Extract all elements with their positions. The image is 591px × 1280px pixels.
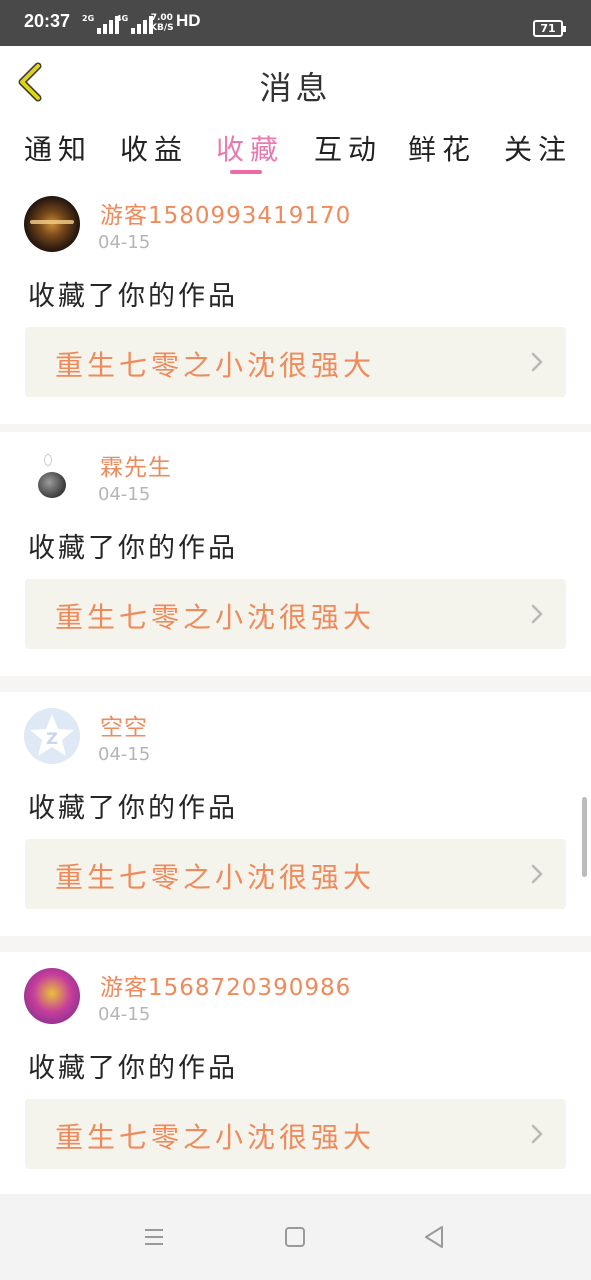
page-title: 消息: [259, 69, 332, 107]
signal-2g-icon: 2G: [82, 14, 120, 34]
network-speed: 7.00 KB/S: [150, 13, 174, 33]
back-triangle-icon[interactable]: [420, 1222, 450, 1252]
action-text: 收藏了你的作品: [28, 1053, 238, 1084]
hd-indicator: HD: [176, 11, 201, 30]
action-text: 收藏了你的作品: [28, 281, 238, 312]
tab-favorites[interactable]: 收藏: [210, 128, 290, 168]
avatar[interactable]: Z: [24, 708, 80, 764]
chevron-right-icon: [531, 1124, 543, 1144]
work-title: 重生七零之小沈很强大: [55, 861, 376, 894]
work-link[interactable]: 重生七零之小沈很强大: [25, 579, 566, 649]
date: 04-15: [98, 744, 151, 765]
tab-interactions[interactable]: 互动: [308, 128, 388, 168]
list-item: 霖先生 04-15 收藏了你的作品 重生七零之小沈很强大: [0, 432, 591, 676]
status-bar: 20:37 2G 4G 7.00 KB/S HD 71: [0, 0, 591, 46]
action-text: 收藏了你的作品: [28, 793, 238, 824]
date: 04-15: [98, 1004, 151, 1025]
username[interactable]: 游客1580993419170: [100, 196, 351, 230]
active-tab-indicator: [230, 170, 262, 174]
avatar[interactable]: [24, 196, 80, 252]
system-nav-bar: [0, 1194, 591, 1280]
status-time: 20:37: [24, 11, 71, 31]
chevron-right-icon: [531, 352, 543, 372]
list-item: 游客1580993419170 04-15 收藏了你的作品 重生七零之小沈很强大: [0, 180, 591, 424]
menu-icon[interactable]: [139, 1222, 169, 1252]
tab-flowers[interactable]: 鲜花: [402, 128, 482, 168]
tab-earnings[interactable]: 收益: [114, 128, 194, 168]
scrollbar[interactable]: [582, 797, 587, 877]
chevron-right-icon: [531, 604, 543, 624]
username[interactable]: 空空: [100, 708, 148, 742]
work-link[interactable]: 重生七零之小沈很强大: [25, 1099, 566, 1169]
username[interactable]: 霖先生: [100, 448, 172, 482]
work-link[interactable]: 重生七零之小沈很强大: [25, 327, 566, 397]
username[interactable]: 游客1568720390986: [100, 968, 351, 1002]
chevron-right-icon: [531, 864, 543, 884]
tab-following[interactable]: 关注: [498, 128, 578, 168]
list-item: 游客1568720390986 04-15 收藏了你的作品 重生七零之小沈很强大: [0, 952, 591, 1196]
tab-bar: 通知 收益 收藏 互动 鲜花 关注: [0, 118, 591, 180]
avatar[interactable]: [24, 968, 80, 1024]
tab-notifications[interactable]: 通知: [18, 128, 98, 168]
signal-4g-icon: 4G: [116, 14, 154, 34]
battery-level: 71: [540, 22, 556, 35]
star-icon: Z: [30, 714, 74, 756]
work-link[interactable]: 重生七零之小沈很强大: [25, 839, 566, 909]
work-title: 重生七零之小沈很强大: [55, 1121, 376, 1154]
date: 04-15: [98, 232, 151, 253]
date: 04-15: [98, 484, 151, 505]
work-title: 重生七零之小沈很强大: [55, 601, 376, 634]
list-item: Z 空空 04-15 收藏了你的作品 重生七零之小沈很强大: [0, 692, 591, 936]
work-title: 重生七零之小沈很强大: [55, 349, 376, 382]
action-text: 收藏了你的作品: [28, 533, 238, 564]
home-square-icon[interactable]: [280, 1222, 310, 1252]
battery-icon: 71: [533, 20, 566, 37]
header: 消息: [0, 46, 591, 118]
svg-text:Z: Z: [46, 729, 58, 748]
avatar[interactable]: [24, 448, 80, 504]
